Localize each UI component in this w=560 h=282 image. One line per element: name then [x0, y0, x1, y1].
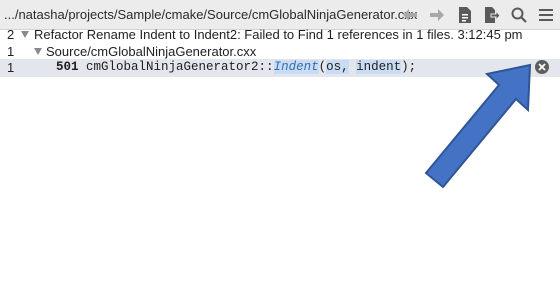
code-arg-indent: indent — [356, 60, 402, 74]
export-icon[interactable] — [482, 5, 502, 25]
annotation-arrow-icon — [424, 63, 532, 189]
menu-icon[interactable] — [536, 5, 556, 25]
result-summary-row[interactable]: 2 Refactor Rename Indent to Indent2: Fai… — [0, 26, 560, 44]
match-count: 1 — [7, 60, 15, 75]
file-match-count: 1 — [7, 44, 15, 59]
expand-triangle-icon[interactable] — [34, 48, 42, 55]
document-icon[interactable] — [455, 5, 475, 25]
arrow-left-icon[interactable] — [400, 5, 420, 25]
arrow-right-icon[interactable] — [427, 5, 447, 25]
expand-triangle-icon[interactable] — [21, 31, 29, 38]
result-summary-text: Refactor Rename Indent to Indent2: Faile… — [34, 27, 523, 42]
code-open-paren: ( — [318, 60, 327, 74]
code-identifier: Indent — [273, 60, 319, 74]
code-prefix: cmGlobalNinjaGenerator2:: — [86, 60, 274, 74]
code-suffix: ); — [401, 60, 417, 74]
line-number: 501 — [56, 60, 79, 74]
file-name: Source/cmGlobalNinjaGenerator.cxx — [46, 44, 257, 59]
file-path: .../natasha/projects/Sample/cmake/Source… — [4, 7, 418, 22]
search-icon[interactable] — [509, 5, 529, 25]
code-snippet: 501 cmGlobalNinjaGenerator2::Indent(os, … — [56, 60, 416, 74]
code-arg-os: os, — [326, 60, 349, 74]
result-count: 2 — [7, 27, 15, 42]
